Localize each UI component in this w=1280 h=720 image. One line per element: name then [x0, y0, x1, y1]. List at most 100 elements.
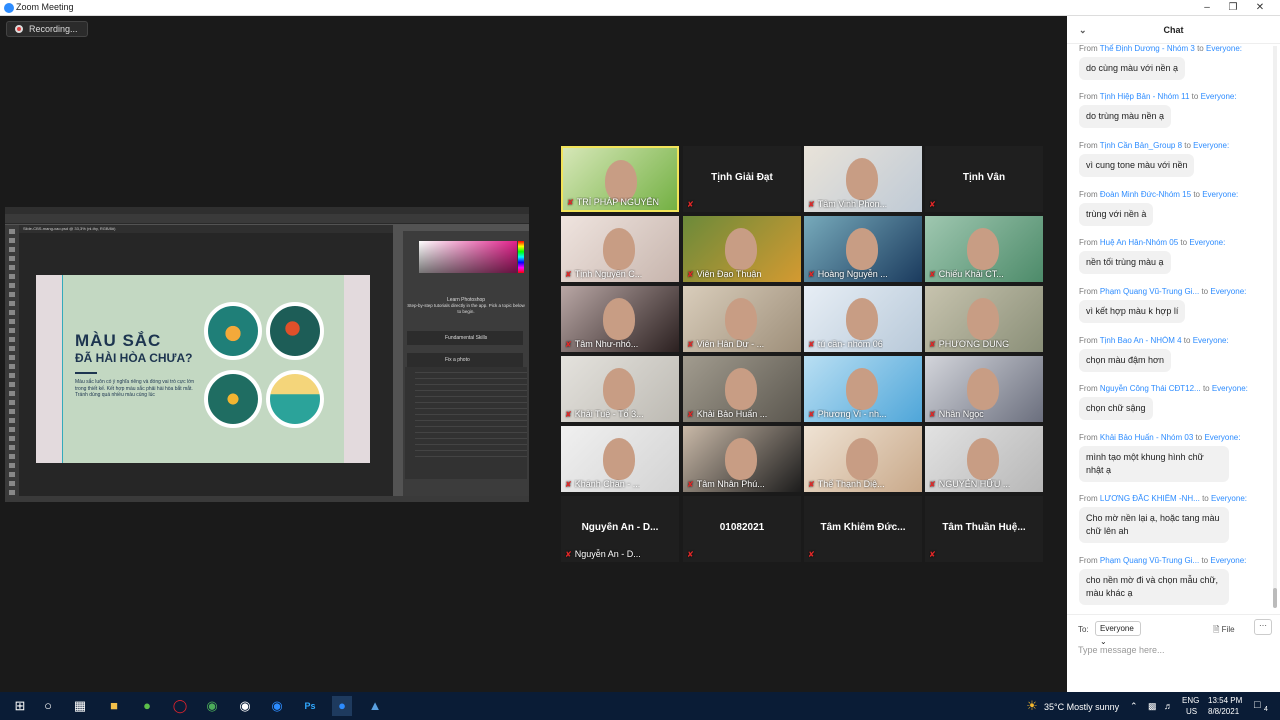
opera-icon[interactable]: ◯: [170, 696, 190, 716]
recording-indicator[interactable]: Recording...: [6, 21, 88, 37]
participant-tile[interactable]: ✘ Khải Bảo Huấn ...: [683, 356, 801, 422]
minimize-icon[interactable]: –: [1200, 1, 1214, 15]
participant-tile[interactable]: Tịnh Giải Đạt ✘: [683, 146, 801, 212]
participant-tile[interactable]: ✘ Tịnh Nguyên C...: [561, 216, 679, 282]
message-sender[interactable]: LƯƠNG ĐẮC KHIÊM -NH...: [1100, 494, 1200, 503]
from-label: From: [1079, 190, 1098, 199]
participant-name-label: ✘ PHƯƠNG DUNG: [929, 339, 1009, 349]
close-icon[interactable]: ✕: [1253, 1, 1267, 15]
recipient-select[interactable]: Everyone ⌄: [1095, 621, 1141, 646]
participant-tile[interactable]: ✘ Thể Thạnh Diệ...: [804, 426, 922, 492]
chrome-icon[interactable]: ◉: [202, 696, 222, 716]
restore-icon[interactable]: ❐: [1226, 1, 1240, 15]
notification-icon[interactable]: □: [1254, 699, 1261, 711]
message-text: cho nền mờ đi và chọn mẫu chữ, màu khác …: [1079, 569, 1229, 605]
participant-name-label: ✘ Phương Vi - nh...: [808, 409, 887, 419]
participant-name: Phương Vi - nh...: [817, 409, 887, 419]
clock-date[interactable]: 8/8/2021: [1208, 707, 1239, 716]
zalo-icon[interactable]: ◉: [267, 696, 287, 716]
message-sender[interactable]: Nguyễn Công Thái CĐT12...: [1100, 384, 1201, 393]
message-sender[interactable]: Tịnh Bao An - NHÓM 4: [1100, 336, 1182, 345]
message-sender[interactable]: Thể Định Dương - Nhóm 3: [1100, 44, 1195, 53]
to-label: to: [1201, 556, 1209, 565]
mic-muted-icon: ✘: [565, 270, 572, 279]
more-options-button[interactable]: ⋯: [1254, 619, 1272, 635]
parrot-illustration: [266, 302, 324, 360]
participant-tile[interactable]: ✘ Chiếu Khải CT...: [925, 216, 1043, 282]
message-sender[interactable]: Phạm Quang Vũ-Trung Gi...: [1100, 556, 1199, 565]
participant-tile[interactable]: ✘ Tâm Vinh Phon...: [804, 146, 922, 212]
message-recipient: Everyone:: [1210, 556, 1247, 565]
participant-face: [603, 438, 635, 480]
tray-chevron-icon[interactable]: ⌃: [1130, 701, 1138, 712]
participant-tile[interactable]: ✘ Khánh Chân - ...: [561, 426, 679, 492]
chat-scroll-thumb[interactable]: [1273, 588, 1277, 608]
search-icon[interactable]: ○: [38, 696, 58, 716]
participant-tile[interactable]: ✘ Tâm Nhân Phú...: [683, 426, 801, 492]
message-sender-line: From Phạm Quang Vũ-Trung Gi... to Everyo…: [1079, 287, 1269, 296]
zoom-icon[interactable]: ●: [332, 696, 352, 716]
participant-name-label: ✘ Khánh Chân - ...: [565, 479, 640, 489]
network-icon[interactable]: ▩: [1148, 701, 1157, 712]
mic-muted-icon: ✘: [567, 198, 574, 207]
windows-start-icon[interactable]: ⊞: [10, 696, 30, 716]
participant-tile[interactable]: ✘ TRÍ PHÁP NGUYỄN: [561, 146, 679, 212]
participant-tile[interactable]: ✘ Khải Tuệ - Tổ 3...: [561, 356, 679, 422]
photos-icon[interactable]: ▲: [365, 696, 385, 716]
participant-tile[interactable]: Tịnh Vân ✘: [925, 146, 1043, 212]
file-button[interactable]: 🗎 File: [1213, 624, 1235, 638]
app-icon[interactable]: ●: [137, 696, 157, 716]
participant-name: Khải Bảo Huấn ...: [696, 409, 768, 419]
photoshop-icon[interactable]: Ps: [300, 696, 320, 716]
participant-tile[interactable]: ✘ Hoàng Nguyễn ...: [804, 216, 922, 282]
participant-face: [967, 228, 999, 270]
file-explorer-icon[interactable]: ■: [104, 696, 124, 716]
participant-tile[interactable]: ✘ Phương Vi - nh...: [804, 356, 922, 422]
learn-text: Step-by-step tutorials directly in the a…: [407, 303, 525, 314]
chevron-down-icon[interactable]: ⌄: [1079, 16, 1087, 44]
participant-tile[interactable]: Tâm Thuần Huệ... ✘: [925, 496, 1043, 562]
participant-name-label: ✘ tú cần- nhóm 06: [808, 339, 883, 349]
language-region[interactable]: US: [1186, 707, 1197, 716]
participant-face: [846, 228, 878, 270]
participant-face: [846, 438, 878, 480]
message-sender[interactable]: Khải Bảo Huấn - Nhóm 03: [1100, 433, 1193, 442]
participant-tile[interactable]: ✘ PHƯƠNG DUNG: [925, 286, 1043, 352]
participant-tile[interactable]: ✘ Tâm Như-nhó...: [561, 286, 679, 352]
mic-muted-icon: ✘: [808, 410, 815, 419]
participant-tile[interactable]: ✘ Nhân Ngọc: [925, 356, 1043, 422]
participant-tile[interactable]: Tâm Khiêm Đức... ✘: [804, 496, 922, 562]
message-sender[interactable]: Phạm Quang Vũ-Trung Gi...: [1100, 287, 1199, 296]
participant-tile[interactable]: 01082021 ✘: [683, 496, 801, 562]
participant-display-name: Nguyễn An - D...: [581, 522, 659, 533]
message-text: do trùng màu nền ạ: [1079, 105, 1172, 128]
weather-text[interactable]: 35°C Mostly sunny: [1044, 702, 1119, 712]
to-label: to: [1184, 141, 1191, 150]
participant-name-label: ✘: [929, 549, 939, 559]
participant-name-label: ✘ Thể Thạnh Diệ...: [808, 479, 885, 489]
message-sender[interactable]: Tịnh Hiệp Bản - Nhóm 11: [1100, 92, 1190, 101]
message-sender[interactable]: Tịnh Cần Bản_Group 8: [1100, 141, 1182, 150]
clock-time[interactable]: 13:54 PM: [1208, 696, 1242, 705]
participant-tile[interactable]: Nguyễn An - D... ✘ Nguyễn An - D...: [561, 496, 679, 562]
language-label[interactable]: ENG: [1182, 696, 1199, 705]
participant-face: [725, 438, 757, 480]
volume-icon[interactable]: ♬: [1164, 701, 1173, 711]
message-sender[interactable]: Huệ An Hân-Nhóm 05: [1100, 238, 1178, 247]
to-label: to: [1201, 287, 1209, 296]
mic-muted-icon: ✘: [808, 200, 815, 209]
from-label: From: [1079, 336, 1098, 345]
participant-tile[interactable]: ✘ Viên Hân Dự - ...: [683, 286, 801, 352]
participant-name: tú cần- nhóm 06: [817, 339, 883, 349]
chat-scrollbar[interactable]: [1273, 46, 1277, 606]
messenger-icon[interactable]: ◉: [235, 696, 255, 716]
participant-face: [603, 228, 635, 270]
participant-tile[interactable]: ✘ tú cần- nhóm 06: [804, 286, 922, 352]
message-sender[interactable]: Đoàn Minh Đức-Nhóm 15: [1100, 190, 1191, 199]
chat-input[interactable]: Type message here...: [1078, 645, 1165, 655]
participant-tile[interactable]: ✘ Viên Đạo Thuận: [683, 216, 801, 282]
participant-tile[interactable]: ✘ NGUYỄN HỮU ...: [925, 426, 1043, 492]
task-view-icon[interactable]: ▦: [70, 696, 90, 716]
participant-display-name: Tịnh Giải Đạt: [711, 172, 773, 183]
participant-name: Nhân Ngọc: [938, 409, 984, 419]
